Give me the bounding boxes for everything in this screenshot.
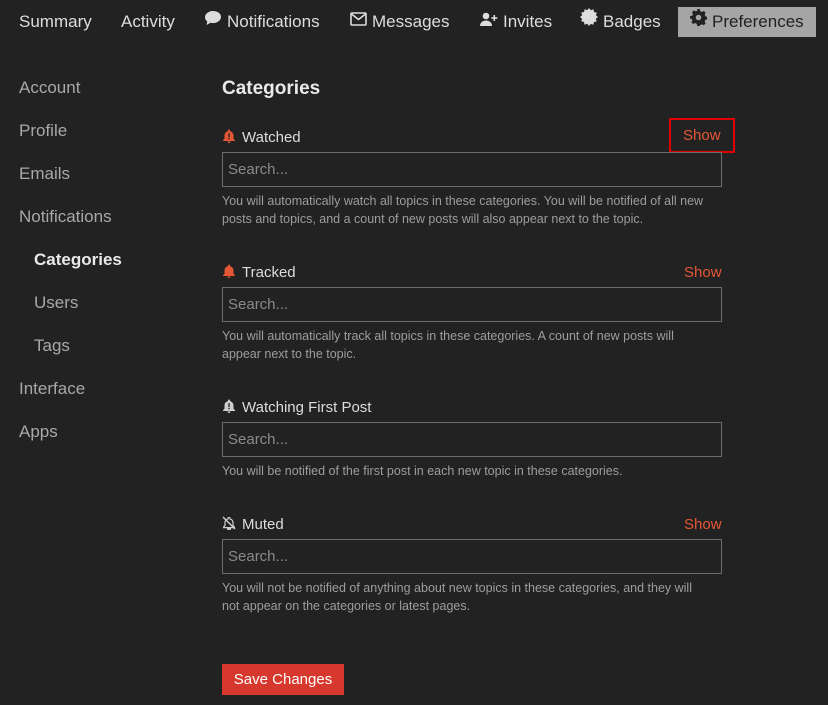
tracked-label: Tracked bbox=[222, 264, 296, 281]
user-nav: Summary Activity Notifications Messages … bbox=[0, 0, 828, 42]
comment-icon bbox=[204, 6, 222, 36]
gear-icon bbox=[690, 6, 708, 36]
watching-first-post-label-text: Watching First Post bbox=[242, 399, 372, 416]
sidebar-item-account[interactable]: Account bbox=[19, 78, 80, 98]
sidebar-item-interface[interactable]: Interface bbox=[19, 379, 85, 399]
tracked-categories-search[interactable] bbox=[222, 287, 722, 322]
bell-slash-icon bbox=[222, 516, 236, 531]
tracked-label-text: Tracked bbox=[242, 264, 296, 281]
muted-description: You will not be notified of anything abo… bbox=[222, 581, 692, 613]
nav-preferences-label: Preferences bbox=[712, 12, 804, 31]
watching-first-post-categories-search[interactable] bbox=[222, 422, 722, 457]
user-plus-icon bbox=[480, 6, 498, 36]
nav-activity-label: Activity bbox=[121, 12, 175, 31]
nav-badges[interactable]: Badges bbox=[580, 7, 661, 37]
watched-label-text: Watched bbox=[242, 129, 301, 146]
sidebar-item-apps[interactable]: Apps bbox=[19, 422, 58, 442]
nav-messages-label: Messages bbox=[372, 12, 450, 31]
nav-messages[interactable]: Messages bbox=[350, 7, 449, 37]
muted-label-text: Muted bbox=[242, 516, 284, 533]
sidebar-item-tags[interactable]: Tags bbox=[34, 336, 70, 356]
tracked-description: You will automatically track all topics … bbox=[222, 329, 674, 361]
bell-exclamation-icon bbox=[222, 129, 236, 143]
nav-preferences[interactable]: Preferences bbox=[678, 7, 816, 37]
muted-categories-search[interactable] bbox=[222, 539, 722, 574]
watched-label: Watched bbox=[222, 129, 301, 146]
nav-summary[interactable]: Summary bbox=[19, 7, 92, 37]
sidebar-item-profile[interactable]: Profile bbox=[19, 121, 67, 141]
muted-show-link[interactable]: Show bbox=[684, 516, 722, 533]
nav-invites-label: Invites bbox=[503, 12, 553, 31]
envelope-icon bbox=[350, 6, 367, 36]
nav-notifications-label: Notifications bbox=[227, 12, 320, 31]
watched-description: You will automatically watch all topics … bbox=[222, 194, 704, 226]
watching-first-post-label: Watching First Post bbox=[222, 399, 371, 416]
muted-label: Muted bbox=[222, 516, 284, 533]
save-changes-button[interactable]: Save Changes bbox=[222, 664, 344, 695]
watched-categories-search[interactable] bbox=[222, 152, 722, 187]
sidebar-item-users[interactable]: Users bbox=[34, 293, 78, 313]
watching-first-post-description: You will be notified of the first post i… bbox=[222, 464, 623, 478]
bell-exclamation-icon bbox=[222, 399, 236, 413]
nav-activity[interactable]: Activity bbox=[121, 7, 175, 37]
bell-icon bbox=[222, 264, 236, 278]
sidebar-item-emails[interactable]: Emails bbox=[19, 164, 70, 184]
sidebar-item-categories[interactable]: Categories bbox=[34, 250, 122, 270]
certificate-icon bbox=[580, 6, 598, 36]
nav-summary-label: Summary bbox=[19, 12, 92, 31]
sidebar-item-notifications[interactable]: Notifications bbox=[19, 207, 112, 227]
page-title: Categories bbox=[222, 78, 321, 99]
watched-show-link[interactable]: Show bbox=[669, 118, 735, 153]
tracked-show-link[interactable]: Show bbox=[684, 264, 722, 281]
nav-badges-label: Badges bbox=[603, 12, 661, 31]
nav-invites[interactable]: Invites bbox=[480, 7, 552, 37]
nav-notifications[interactable]: Notifications bbox=[204, 7, 320, 37]
